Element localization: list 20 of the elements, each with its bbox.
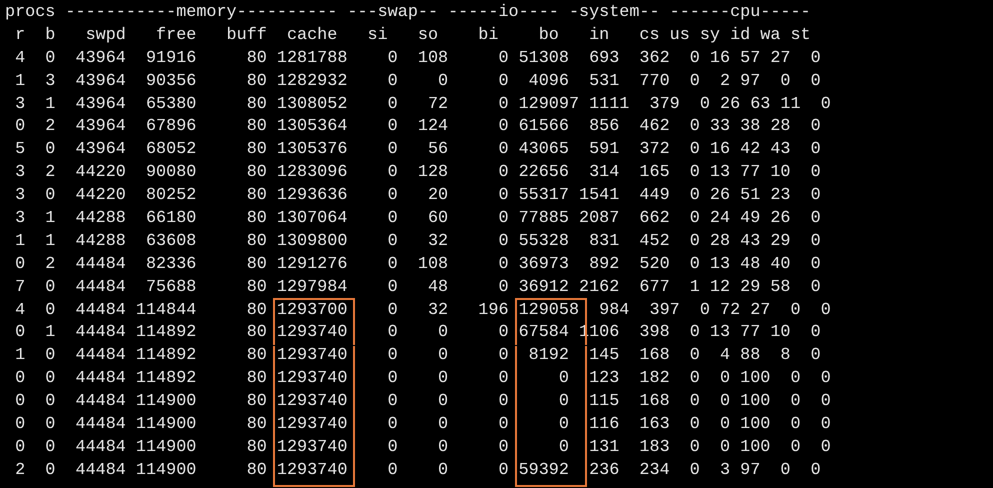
terminal-line: 1 0 44484 114892 80 1293740 0 0 0 8192 145 168 0 4 88 8 0 — [14, 345, 821, 368]
terminal-line: 5 0 43964 68052 80 1305376 0 56 0 43065 591 372 0 16 42 43 0 — [14, 139, 821, 162]
terminal-line: 0 0 44484 114900 80 1293740 0 0 0 0 131 183 0 0 100 0 0 — [14, 436, 831, 459]
terminal-line: 0 0 44484 114900 80 1293740 0 0 0 0 115 168 0 0 100 0 0 — [14, 391, 831, 414]
terminal-line: 1 3 43964 90356 80 1282932 0 0 0 4096 531 770 0 2 97 0 0 — [14, 70, 821, 93]
terminal-line: 3 1 43964 65380 80 1308052 0 72 0 129097 1111 379 0 26 63 11 0 — [14, 94, 831, 116]
terminal-line: 0 0 44484 114900 80 1293740 0 0 0 0 116 163 0 0 100 0 0 — [14, 414, 831, 436]
terminal-line: 0 2 44484 82336 80 1291276 0 108 0 36973 892 520 0 13 48 40 0 — [14, 254, 821, 276]
terminal-line: 0 0 44484 114892 80 1293740 0 0 0 0 123 182 0 0 100 0 0 — [14, 368, 831, 390]
terminal-line: 7 0 44484 75688 80 1297984 0 48 0 36912 2162 677 1 12 29 58 0 — [14, 276, 821, 299]
terminal-line: 4 0 43964 91916 80 1281788 0 108 0 51308 693 362 0 16 57 27 0 — [14, 48, 821, 70]
terminal-line: 3 0 44220 80252 80 1293636 0 20 0 55317 1541 449 0 26 51 23 0 — [14, 185, 821, 208]
terminal-line: 3 1 44288 66180 80 1307064 0 60 0 77885 2087 662 0 24 49 26 0 — [14, 208, 821, 230]
column-header: r b swpd free buff cache si so bi bo in cs us sy id wa st — [14, 24, 811, 47]
terminal-line: 4 0 44484 114844 80 1293700 0 32 196 129058 984 397 0 72 27 0 0 — [14, 300, 831, 322]
group-header: procs -----------memory---------- ---swap-- -----io---- -system-- ------cpu----- — [5, 2, 811, 24]
terminal-line: 3 2 44220 90080 80 1283096 0 128 0 22656 314 165 0 13 77 10 0 — [14, 162, 821, 184]
terminal-line: 2 0 44484 114900 80 1293740 0 0 0 59392 236 234 0 3 97 0 0 — [14, 460, 821, 482]
terminal-line: 1 1 44288 63608 80 1309800 0 32 0 55328 831 452 0 28 43 29 0 — [14, 230, 821, 253]
terminal-line: 0 2 43964 67896 80 1305364 0 124 0 61566 856 462 0 33 38 28 0 — [14, 116, 821, 138]
